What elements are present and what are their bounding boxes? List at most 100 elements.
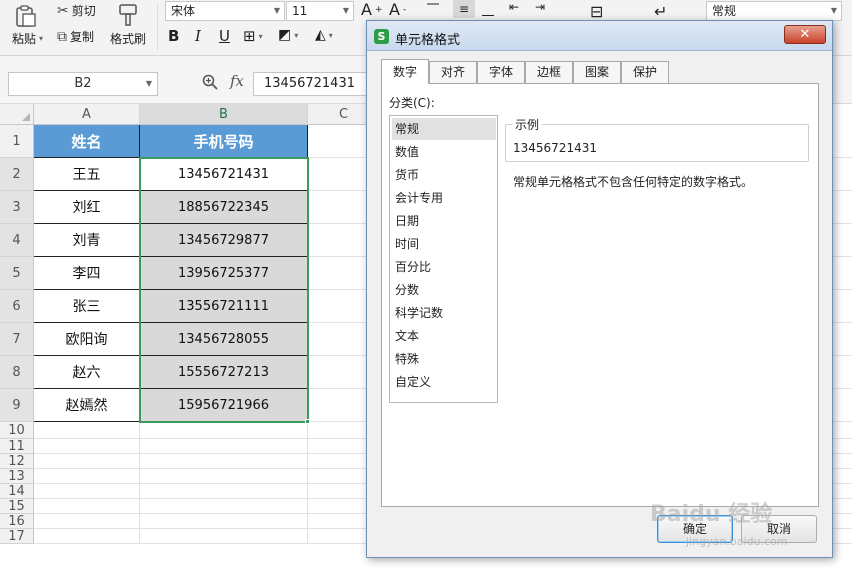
row-header[interactable]: 12	[0, 454, 34, 469]
category-item[interactable]: 会计专用	[392, 187, 496, 209]
category-item[interactable]: 自定义	[392, 371, 496, 393]
format-cells-dialog: S 单元格格式 ✕ 数字 对齐 字体 边框 图案 保护 分类(C): 常规 数值货…	[366, 20, 833, 558]
row-header[interactable]: 16	[0, 514, 34, 529]
chevron-down-icon: ▼	[273, 6, 280, 15]
name-cell[interactable]: 赵六	[34, 356, 140, 389]
tab-font[interactable]: 字体	[477, 61, 525, 84]
name-cell[interactable]: 赵嫣然	[34, 389, 140, 422]
paste-icon[interactable]	[14, 4, 38, 31]
name-cell[interactable]: 欧阳询	[34, 323, 140, 356]
row-header[interactable]: 9	[0, 389, 34, 422]
decrease-indent-icon[interactable]: ⇤	[509, 0, 519, 14]
name-cell[interactable]: 刘青	[34, 224, 140, 257]
ribbon-divider	[157, 4, 158, 50]
increase-indent-icon[interactable]: ⇥	[535, 0, 545, 14]
phone-cell[interactable]: 13956725377	[140, 257, 308, 290]
wrap-text-icon[interactable]: ↵	[654, 2, 667, 21]
decrease-font-icon[interactable]: A-	[389, 0, 406, 19]
row-header[interactable]: 5	[0, 257, 34, 290]
row-header[interactable]: 2	[0, 158, 34, 191]
align-top-icon[interactable]: ⎺	[427, 2, 439, 17]
column-header-b[interactable]: B	[140, 104, 308, 125]
font-size-value: 11	[292, 4, 308, 18]
category-item[interactable]: 货币	[392, 164, 496, 186]
row-header[interactable]: 6	[0, 290, 34, 323]
category-item[interactable]: 分数	[392, 279, 496, 301]
category-item[interactable]: 时间	[392, 233, 496, 255]
close-button[interactable]: ✕	[784, 25, 826, 44]
wps-logo-icon: S	[374, 29, 389, 44]
watermark-logo: Baidu 经验	[650, 502, 773, 527]
name-box[interactable]: B2 ▼	[8, 72, 158, 96]
row-header[interactable]: 4	[0, 224, 34, 257]
formula-input[interactable]: 13456721431	[253, 72, 373, 96]
cut-button[interactable]: ✂ 剪切	[57, 2, 96, 19]
row-header[interactable]: 17	[0, 529, 34, 544]
tab-number[interactable]: 数字	[381, 59, 429, 84]
select-all-corner[interactable]	[0, 104, 34, 125]
name-cell[interactable]: 王五	[34, 158, 140, 191]
phone-cell[interactable]: 15556727213	[140, 356, 308, 389]
number-format-select[interactable]: 常规 ▼	[706, 1, 842, 21]
scissors-icon: ✂	[57, 2, 69, 19]
paste-label: 粘贴	[12, 32, 37, 46]
row-header[interactable]: 15	[0, 499, 34, 514]
bold-icon[interactable]: B	[168, 27, 179, 45]
row-header[interactable]: 1	[0, 125, 34, 158]
border-icon[interactable]: ⊞ ▾	[243, 27, 263, 45]
italic-icon[interactable]: I	[195, 27, 201, 45]
header-cell-name[interactable]: 姓名	[34, 125, 140, 158]
phone-cell[interactable]: 13556721111	[140, 290, 308, 323]
row-header[interactable]: 3	[0, 191, 34, 224]
header-cell-phone[interactable]: 手机号码	[140, 125, 308, 158]
align-bottom-icon[interactable]: ⎽	[482, 2, 494, 17]
font-size-select[interactable]: 11 ▼	[286, 1, 354, 21]
column-header-a[interactable]: A	[34, 104, 140, 125]
phone-cell[interactable]: 13456728055	[140, 323, 308, 356]
format-painter-button[interactable]: 格式刷	[110, 30, 146, 47]
align-middle-icon[interactable]: ≡	[453, 0, 475, 18]
dialog-titlebar[interactable]: S 单元格格式 ✕	[367, 21, 832, 51]
fill-color-icon[interactable]: ◩ ▾	[278, 27, 298, 43]
format-painter-label: 格式刷	[110, 32, 147, 46]
name-cell[interactable]: 张三	[34, 290, 140, 323]
phone-cell[interactable]: 13456729877	[140, 224, 308, 257]
insert-function-button[interactable]: fx	[230, 72, 244, 90]
category-list[interactable]: 常规 数值 货币 会计专用 日期 时间 百分比 分数 科学记数 文本 特殊 自定义	[389, 115, 498, 403]
sample-label: 示例	[512, 116, 543, 133]
zoom-icon[interactable]	[202, 74, 218, 94]
chevron-down-icon: ▼	[830, 6, 837, 15]
category-item[interactable]: 数值	[392, 141, 496, 163]
tab-alignment[interactable]: 对齐	[429, 61, 477, 84]
phone-cell[interactable]: 15956721966	[140, 389, 308, 422]
close-icon: ✕	[799, 27, 811, 42]
row-header[interactable]: 8	[0, 356, 34, 389]
row-header[interactable]: 7	[0, 323, 34, 356]
row-header[interactable]: 13	[0, 469, 34, 484]
paste-button[interactable]: 粘贴 ▾	[12, 30, 43, 47]
phone-cell[interactable]: 18856722345	[140, 191, 308, 224]
increase-font-icon[interactable]: A +	[361, 0, 383, 19]
copy-button[interactable]: ⧉ 复制	[57, 28, 94, 45]
phone-cell[interactable]: 13456721431	[140, 158, 308, 191]
category-item[interactable]: 文本	[392, 325, 496, 347]
name-cell[interactable]: 李四	[34, 257, 140, 290]
format-painter-icon[interactable]	[117, 3, 139, 30]
row-header[interactable]: 11	[0, 439, 34, 454]
category-item[interactable]: 日期	[392, 210, 496, 232]
row-header[interactable]: 14	[0, 484, 34, 499]
tab-border[interactable]: 边框	[525, 61, 573, 84]
category-item[interactable]: 科学记数	[392, 302, 496, 324]
fill-handle[interactable]	[305, 419, 310, 424]
merge-cells-icon[interactable]: ⊟	[590, 2, 603, 21]
category-item[interactable]: 常规	[392, 118, 496, 140]
underline-icon[interactable]: U	[219, 27, 230, 45]
font-color-icon[interactable]: ◭ ▾	[315, 27, 333, 43]
tab-protection[interactable]: 保护	[621, 61, 669, 84]
category-item[interactable]: 百分比	[392, 256, 496, 278]
font-name-select[interactable]: 宋体 ▼	[165, 1, 285, 21]
category-item[interactable]: 特殊	[392, 348, 496, 370]
row-header[interactable]: 10	[0, 422, 34, 439]
tab-pattern[interactable]: 图案	[573, 61, 621, 84]
name-cell[interactable]: 刘红	[34, 191, 140, 224]
